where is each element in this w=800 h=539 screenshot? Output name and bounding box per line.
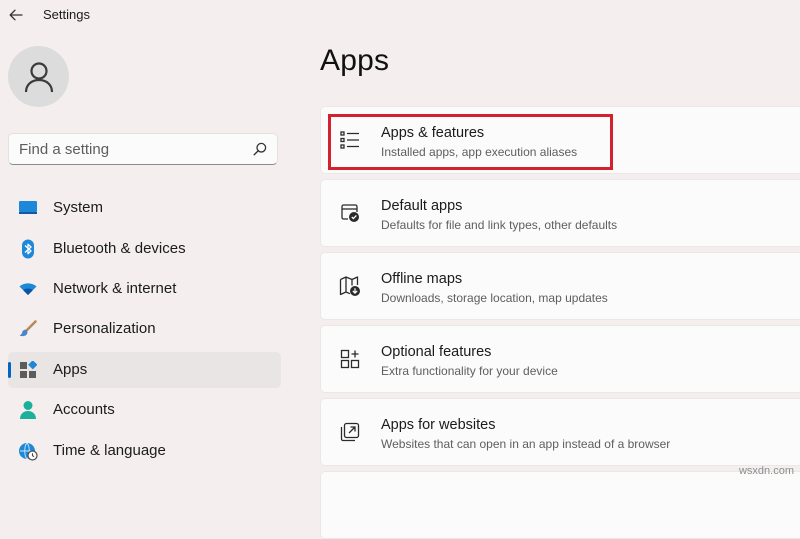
card-subtitle: Websites that can open in an app instead… [381,437,671,451]
card-subtitle: Downloads, storage location, map updates [381,291,608,305]
card-apps-features[interactable]: Apps & features Installed apps, app exec… [320,106,800,174]
card-next[interactable] [320,471,800,539]
sidebar-item-label: Personalization [53,320,156,337]
sidebar-item-apps[interactable]: Apps [8,352,281,388]
sidebar-item-label: Time & language [53,442,166,459]
search-icon[interactable] [253,142,267,156]
map-icon [339,275,361,297]
card-default-apps[interactable]: Default apps Defaults for file and link … [320,179,800,247]
user-icon [24,61,53,92]
sidebar-item-time-language[interactable]: Time & language [8,433,281,469]
card-title: Offline maps [381,271,463,287]
sidebar-item-label: Apps [53,361,88,378]
sidebar-item-label: System [53,199,104,216]
brush-icon [18,319,38,339]
open-external-icon [339,421,361,443]
sidebar-item-bluetooth-devices[interactable]: Bluetooth & devices [8,231,281,267]
sidebar-item-accounts[interactable]: Accounts [8,392,281,428]
card-subtitle: Extra functionality for your device [381,364,558,378]
card-title: Apps & features [381,125,485,141]
card-optional-features[interactable]: Optional features Extra functionality fo… [320,325,800,393]
sidebar-item-label: Accounts [53,401,115,418]
search-box[interactable] [8,133,278,165]
person-icon [18,400,38,420]
sidebar-item-label: Network & internet [53,280,177,297]
list-icon [339,129,361,151]
page-title: Apps [320,44,390,77]
bluetooth-devices-icon [18,239,38,259]
card-title: Apps for websites [381,417,496,433]
window-title: Settings [43,7,90,22]
card-offline-maps[interactable]: Offline maps Downloads, storage location… [320,252,800,320]
sidebar-item-label: Bluetooth & devices [53,240,186,257]
card-title: Optional features [381,344,492,360]
avatar[interactable] [8,46,69,107]
selection-indicator [8,362,11,378]
sidebar-item-network-internet[interactable]: Network & internet [8,271,281,307]
apps-icon [18,360,38,380]
card-subtitle: Installed apps, app execution aliases [381,145,578,159]
card-subtitle: Defaults for file and link types, other … [381,218,618,232]
watermark: wsxdn.com [738,465,794,477]
sidebar-item-system[interactable]: System [8,190,281,226]
sidebar-item-personalization[interactable]: Personalization [8,311,281,347]
back-arrow-icon [9,9,23,21]
back-button[interactable] [4,4,28,26]
monitor-icon [18,198,38,218]
globe-clock-icon [18,441,38,461]
default-apps-icon [339,202,361,224]
add-feature-icon [339,348,361,370]
wifi-icon [18,279,38,299]
search-input[interactable] [19,134,239,164]
card-apps-for-websites[interactable]: Apps for websites Websites that can open… [320,398,800,466]
card-title: Default apps [381,198,463,214]
